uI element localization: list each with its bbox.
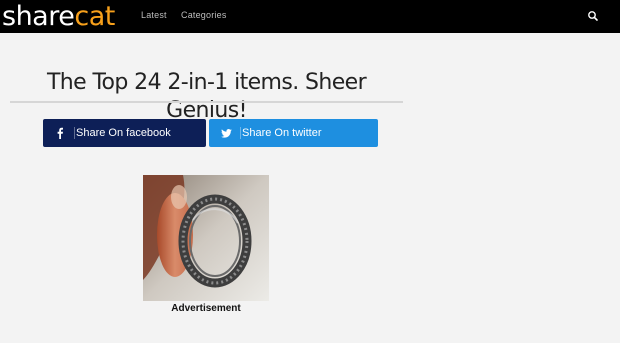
advertisement-ring-image[interactable] [143, 175, 269, 301]
nav-link-categories[interactable]: Categories [181, 10, 227, 20]
top-navigation-bar: sharecat Latest Categories [0, 0, 620, 33]
share-twitter-button[interactable]: Share On twitter [209, 119, 378, 147]
nav-link-latest[interactable]: Latest [141, 10, 167, 20]
search-icon[interactable] [586, 9, 600, 23]
logo-text-share: share [2, 1, 75, 32]
advertisement-label: Advertisement [171, 303, 241, 314]
facebook-icon [53, 119, 67, 147]
logo-text-t: t [104, 1, 116, 32]
share-facebook-button[interactable]: Share On facebook [43, 119, 206, 147]
twitter-icon [219, 119, 233, 147]
logo-text-c: c [74, 1, 89, 32]
separator [240, 127, 241, 139]
share-facebook-label: Share On facebook [76, 127, 171, 139]
logo-text-a: a [88, 1, 106, 32]
sharecat-logo[interactable]: sharecat [2, 1, 115, 32]
share-twitter-label: Share On twitter [242, 127, 322, 139]
article-title: The Top 24 2-in-1 items. Sheer Genius! [46, 70, 367, 123]
separator [74, 127, 75, 139]
title-divider [10, 101, 403, 103]
